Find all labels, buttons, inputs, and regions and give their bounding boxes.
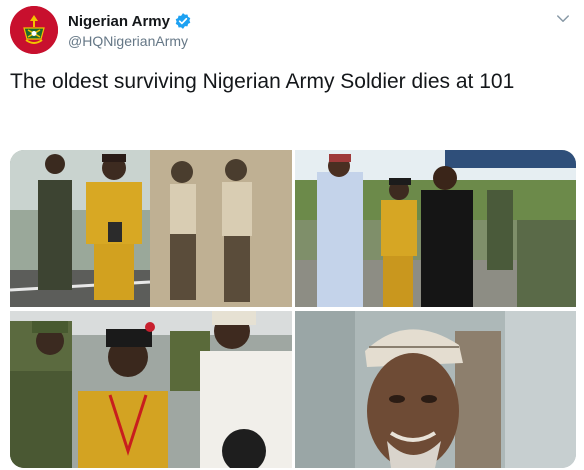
photo-veteran-portrait[interactable] [295,311,576,468]
photo-handshake-ceremony[interactable] [295,150,576,307]
photo-soldier-with-vintage-portrait[interactable] [10,150,292,307]
name-row: Nigerian Army [68,12,192,30]
avatar[interactable] [10,6,58,54]
account-handle[interactable]: @HQNigerianArmy [68,33,188,49]
verified-badge-icon [175,13,191,29]
tweet-text: The oldest surviving Nigerian Army Soldi… [10,70,515,93]
tweet-header: Nigerian Army @HQNigerianArmy [10,6,574,58]
chevron-down-icon[interactable] [554,10,572,28]
media-grid [10,150,576,468]
display-name[interactable]: Nigerian Army [68,13,170,30]
army-crest-icon [10,6,58,54]
photo-soldiers-greeting-veteran[interactable] [10,311,292,468]
